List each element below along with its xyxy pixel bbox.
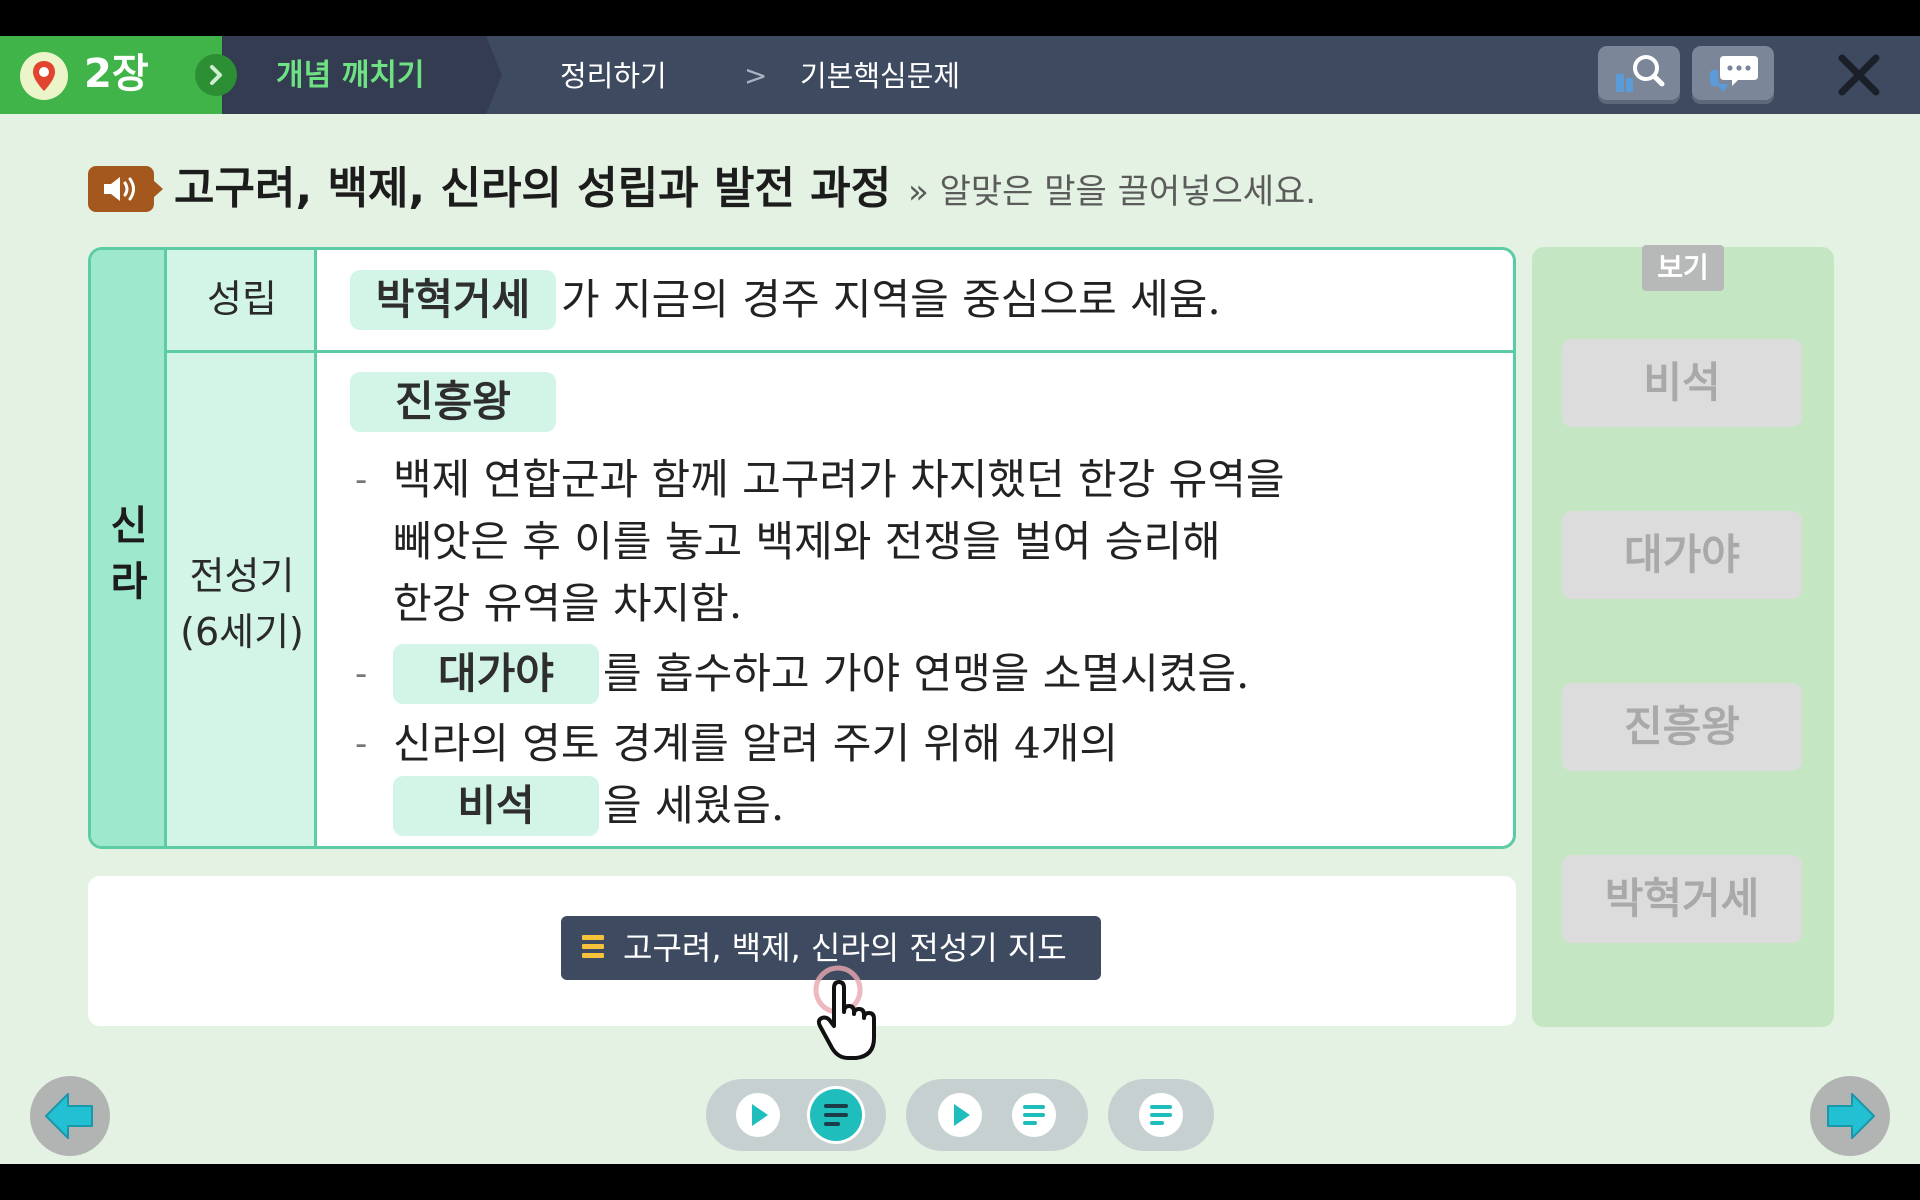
peak-item3-text: 을 세웠음. — [603, 781, 785, 830]
peak-item1-line2: 빼앗은 후 이를 놓고 백제와 전쟁을 벌여 승리해 — [393, 517, 1221, 566]
country-column: 신 라 — [91, 250, 167, 846]
speaker-button[interactable] — [88, 166, 163, 212]
period-column: 성립 전성기 (6세기) — [167, 250, 317, 846]
bullet-dash: - — [355, 654, 368, 694]
speaker-icon — [104, 177, 135, 201]
close-button[interactable] — [1832, 50, 1886, 100]
chat-bubbles-icon — [1710, 56, 1758, 92]
tab-core-problems[interactable]: 기본핵심문제 — [800, 58, 960, 94]
word-card[interactable]: 박혁거세 — [1562, 855, 1802, 943]
arrow-left-icon — [45, 1093, 93, 1139]
peak-label: 전성기 (6세기) — [180, 554, 304, 654]
word-card[interactable]: 비석 — [1562, 339, 1802, 427]
lines-icon — [824, 1104, 848, 1126]
script-button[interactable] — [1012, 1093, 1056, 1137]
bottom-letterbox — [0, 1164, 1920, 1200]
map-pin-icon — [20, 52, 68, 100]
play-button[interactable] — [736, 1093, 780, 1137]
media-group-2 — [906, 1079, 1088, 1151]
bullet-dash: - — [355, 460, 368, 500]
menu-lines-icon — [579, 932, 607, 962]
caption-panel: 고구려, 백제, 신라의 전성기 지도 — [88, 876, 1516, 1026]
media-group-3 — [1108, 1079, 1214, 1151]
content-area: 고구려, 백제, 신라의 성립과 발전 과정 » 알맞은 말을 끌어넣으세요. … — [0, 114, 1920, 1164]
word-bank: 보기 비석 대가야 진흥왕 박혁거세 — [1532, 245, 1834, 1027]
word-bank-tag: 보기 — [1642, 245, 1724, 291]
next-page-button[interactable] — [1810, 1076, 1890, 1156]
hand-pointer-icon — [813, 965, 876, 1060]
founding-label: 성립 — [207, 277, 277, 321]
play-button[interactable] — [938, 1093, 982, 1137]
drop-slot-gaya[interactable]: 대가야 — [393, 644, 599, 704]
media-group-1 — [706, 1079, 886, 1151]
instruction-text: » 알맞은 말을 끌어넣으세요. — [908, 172, 1317, 212]
play-icon — [752, 1104, 768, 1126]
peak-item1-line1: 백제 연합군과 함께 고구려가 차지했던 한강 유역을 — [393, 455, 1285, 504]
tab-summary[interactable]: 정리하기 — [560, 58, 667, 94]
drop-slot-stele[interactable]: 비석 — [393, 776, 599, 836]
peak-item2-text: 를 흡수하고 가야 연맹을 소멸시켰음. — [603, 649, 1250, 698]
lines-icon — [1023, 1105, 1045, 1125]
drop-slot-king[interactable]: 진흥왕 — [350, 372, 556, 432]
breadcrumb-separator: > — [744, 59, 768, 92]
top-nav-bar: 2장 개념 깨치기 정리하기 > 기본핵심문제 — [0, 36, 1920, 114]
page-title: 고구려, 백제, 신라의 성립과 발전 과정 — [174, 163, 892, 214]
tab-concept-label: 개념 깨치기 — [276, 58, 425, 93]
chapter-badge: 2장 — [0, 36, 222, 114]
script-button[interactable] — [1139, 1093, 1183, 1137]
word-card[interactable]: 진흥왕 — [1562, 683, 1802, 771]
drop-slot-founder[interactable]: 박혁거세 — [350, 270, 556, 330]
search-button[interactable] — [1598, 46, 1680, 104]
play-icon — [954, 1104, 970, 1126]
prev-page-button[interactable] — [30, 1076, 110, 1156]
bullet-dash: - — [355, 724, 368, 764]
close-icon — [1838, 54, 1880, 96]
peak-item3-line1: 신라의 영토 경계를 알려 주기 위해 4개의 — [393, 719, 1119, 768]
arrow-right-icon — [1827, 1093, 1875, 1139]
lines-icon — [1150, 1105, 1172, 1125]
row-divider — [167, 350, 1513, 353]
chapter-label: 2장 — [84, 51, 149, 97]
chat-button[interactable] — [1692, 46, 1774, 104]
chevron-right-icon[interactable] — [195, 54, 237, 96]
country-label: 신 라 — [110, 503, 148, 605]
search-book-icon — [1616, 55, 1665, 92]
word-card[interactable]: 대가야 — [1562, 511, 1802, 599]
map-button-label: 고구려, 백제, 신라의 전성기 지도 — [623, 929, 1067, 967]
founding-text: 가 지금의 경주 지역을 중심으로 세움. — [561, 275, 1221, 324]
peak-item1-line3: 한강 유역을 차지함. — [393, 579, 743, 628]
script-button-active[interactable] — [810, 1089, 862, 1141]
tab-concept[interactable]: 개념 깨치기 — [222, 36, 502, 114]
history-table: 신 라 성립 전성기 (6세기) 박혁거세 가 지금의 경주 지역을 중심으로 … — [88, 247, 1516, 849]
